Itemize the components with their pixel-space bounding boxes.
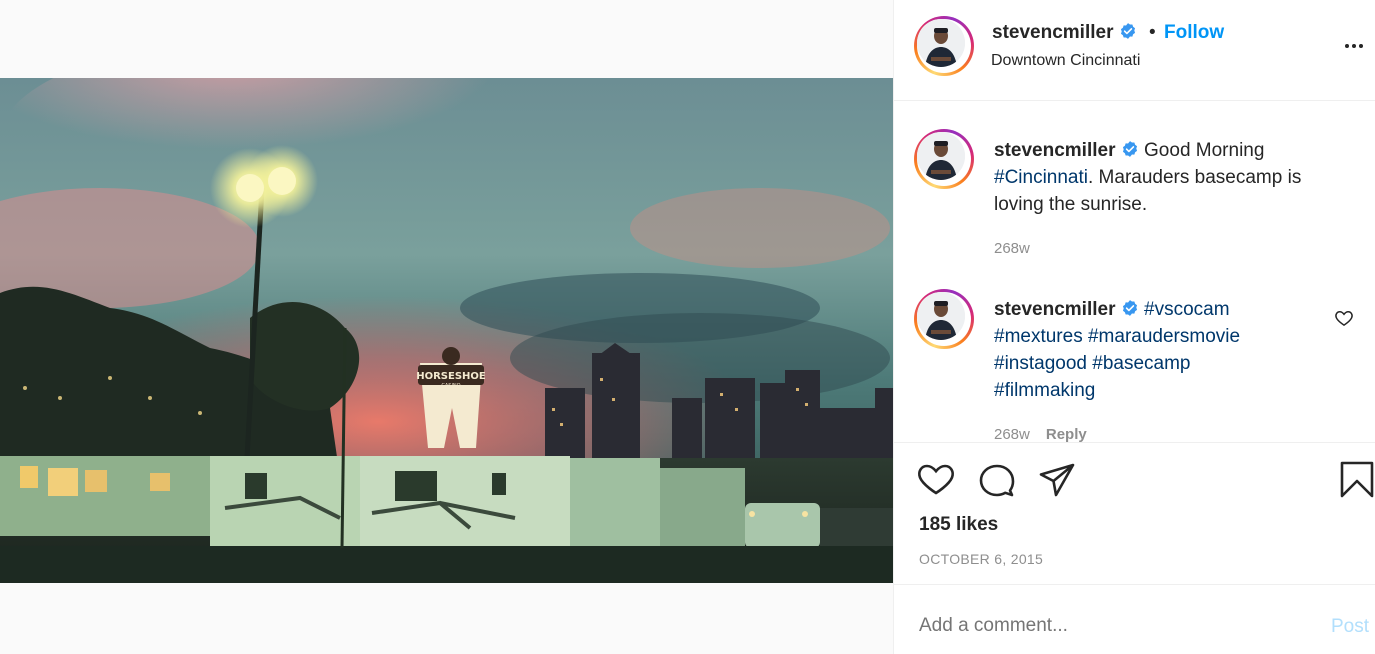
avatar-icon (917, 132, 965, 180)
hashtag-link[interactable]: #instagood #basecamp (994, 350, 1339, 377)
verified-badge-icon (1122, 141, 1137, 157)
header-username[interactable]: stevencmiller (992, 22, 1137, 44)
comments-list[interactable]: stevencmiller Good Morning #Cincinnati. … (894, 101, 1375, 442)
comment-username[interactable]: stevencmiller (994, 299, 1115, 320)
comment-like-heart-icon[interactable] (1334, 308, 1354, 328)
likes-count[interactable]: 185 likes (919, 514, 998, 536)
comment-time[interactable]: 268w (994, 426, 1030, 442)
comment-meta: 268w Reply (994, 426, 1087, 442)
paper-plane-icon[interactable] (1037, 460, 1077, 500)
comment-username[interactable]: stevencmiller (994, 140, 1115, 161)
verified-badge-icon (1122, 300, 1137, 316)
hashtag-link[interactable]: #Cincinnati (994, 167, 1088, 188)
more-options-icon[interactable] (1342, 34, 1366, 58)
comment-time[interactable]: 268w (994, 240, 1030, 257)
post-header: stevencmiller • Follow Downtown Cincinna… (894, 0, 1375, 101)
post-photo-image: HORSESHOE CASINO (0, 78, 893, 583)
header-location[interactable]: Downtown Cincinnati (991, 52, 1140, 70)
post-date[interactable]: OCTOBER 6, 2015 (919, 551, 1043, 567)
post-comment-button[interactable]: Post (1331, 616, 1369, 638)
avatar-icon (917, 292, 965, 340)
heart-icon[interactable] (916, 460, 956, 500)
comment-avatar[interactable] (914, 129, 974, 189)
verified-badge-icon (1120, 23, 1135, 39)
post-actions: 185 likes OCTOBER 6, 2015 (894, 442, 1375, 585)
avatar-icon (917, 19, 965, 67)
sign-text: HORSESHOE (416, 371, 486, 382)
bookmark-icon[interactable] (1337, 460, 1375, 500)
hashtag-link[interactable]: #filmmaking (994, 377, 1339, 404)
hashtag-link[interactable]: #vscocam (1144, 299, 1230, 320)
header-avatar[interactable] (914, 16, 974, 76)
add-comment-input[interactable] (919, 615, 1249, 637)
reply-button[interactable]: Reply (1046, 426, 1087, 442)
header-username-text[interactable]: stevencmiller (992, 22, 1113, 43)
post-photo[interactable]: HORSESHOE CASINO (0, 78, 893, 583)
comment-bubble-icon[interactable] (977, 460, 1017, 500)
media-pane: HORSESHOE CASINO (0, 0, 893, 654)
header-separator: • (1149, 22, 1156, 43)
comment-text: stevencmiller Good Morning #Cincinnati. … (994, 137, 1339, 218)
comment-avatar[interactable] (914, 289, 974, 349)
follow-button[interactable]: Follow (1164, 22, 1224, 44)
hashtag-link[interactable]: #mextures #maraudersmovie (994, 323, 1339, 350)
comment-text: stevencmiller #vscocam #mextures #maraud… (994, 296, 1339, 404)
comment-body: Good Morning (1144, 140, 1265, 161)
comment-meta: 268w (994, 240, 1030, 257)
post-sidebar: stevencmiller • Follow Downtown Cincinna… (893, 0, 1375, 654)
sign-subtext: CASINO (441, 383, 460, 389)
